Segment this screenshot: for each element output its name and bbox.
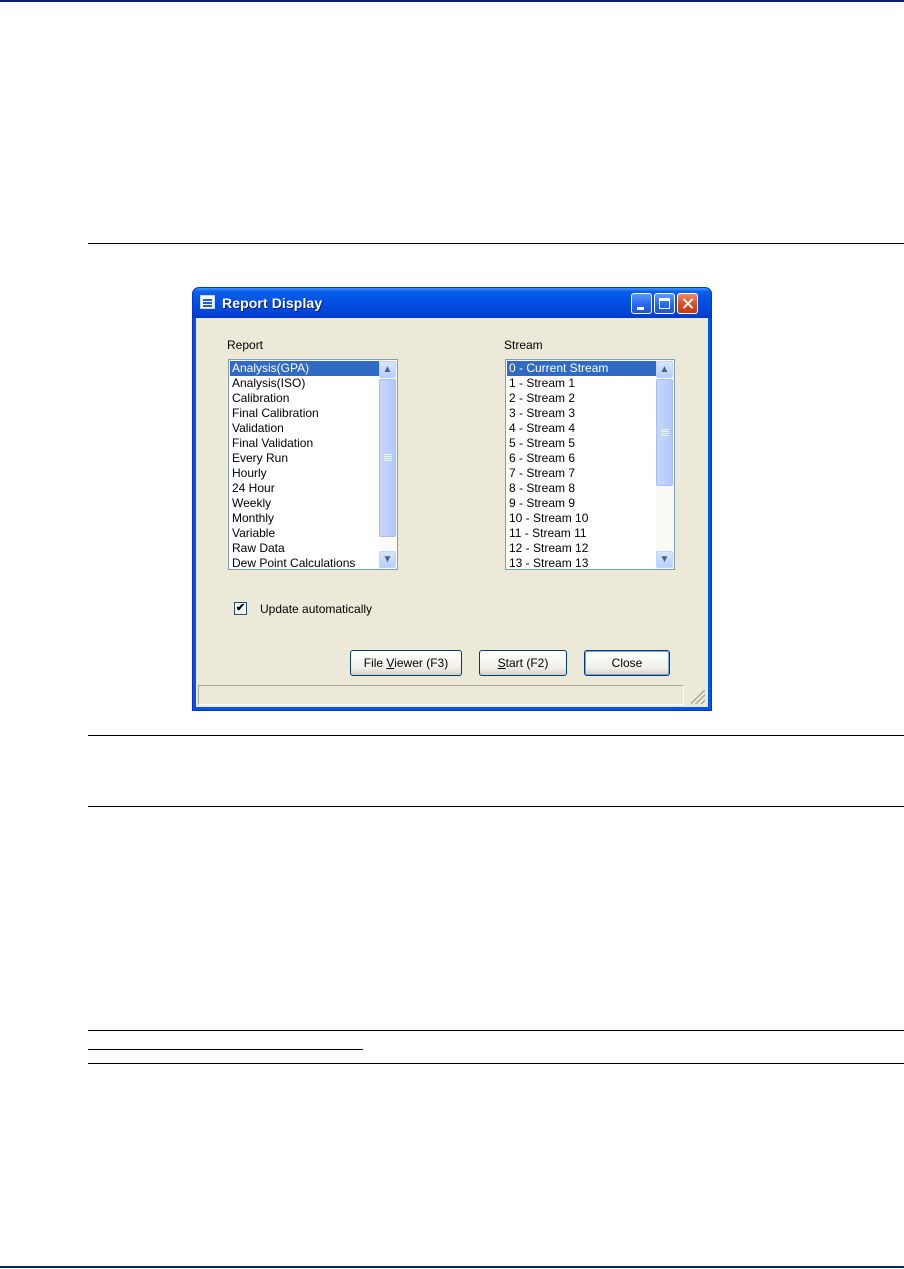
stream-list-item[interactable]: 11 - Stream 11 — [507, 526, 658, 541]
report-list-item[interactable]: Final Validation — [230, 436, 381, 451]
stream-list-item[interactable]: 7 - Stream 7 — [507, 466, 658, 481]
report-list-item[interactable]: Analysis(ISO) — [230, 376, 381, 391]
report-list-item[interactable]: 24 Hour — [230, 481, 381, 496]
stream-list-item[interactable]: 12 - Stream 12 — [507, 541, 658, 556]
stream-list-item[interactable]: 4 - Stream 4 — [507, 421, 658, 436]
checkmark-icon: ✔ — [235, 602, 246, 614]
resize-grip-icon[interactable] — [691, 690, 705, 704]
title-bar[interactable]: Report Display — [193, 288, 711, 318]
report-list-item[interactable]: Monthly — [230, 511, 381, 526]
stream-label: Stream — [504, 338, 543, 352]
stream-list-item[interactable]: 13 - Stream 13 — [507, 556, 658, 569]
status-bar — [198, 685, 684, 705]
stream-list-item[interactable]: 1 - Stream 1 — [507, 376, 658, 391]
maximize-button[interactable] — [654, 293, 675, 314]
file-viewer-button[interactable]: File Viewer (F3) — [350, 650, 462, 676]
dialog-client-area: Report Analysis(GPA) Analysis(ISO) Calibra… — [196, 318, 708, 707]
stream-scroll-thumb[interactable] — [656, 379, 673, 486]
page-bottom-rule — [0, 1266, 904, 1268]
grip-icon — [384, 454, 392, 455]
close-button[interactable]: Close — [584, 650, 670, 676]
report-list-item[interactable]: Calibration — [230, 391, 381, 406]
window-list-icon[interactable] — [200, 295, 215, 309]
close-window-button[interactable] — [677, 293, 698, 314]
stream-list-item[interactable]: 9 - Stream 9 — [507, 496, 658, 511]
grip-icon — [661, 429, 669, 430]
report-list-item[interactable]: Raw Data — [230, 541, 381, 556]
report-list-item[interactable]: Every Run — [230, 451, 381, 466]
section-rule-2 — [88, 735, 904, 736]
chevron-up-icon[interactable]: ▲ — [379, 361, 396, 378]
stream-scrollbar[interactable]: ▲ ▼ — [656, 361, 673, 568]
chevron-down-icon[interactable]: ▼ — [379, 551, 396, 568]
stream-list-item[interactable]: 3 - Stream 3 — [507, 406, 658, 421]
footnote-rule — [88, 1049, 363, 1050]
section-rule-5 — [88, 1063, 904, 1064]
file-viewer-label: File Viewer (F3) — [363, 656, 449, 670]
report-list-item[interactable]: Final Calibration — [230, 406, 381, 421]
update-automatically-checkbox[interactable]: ✔ — [234, 602, 247, 615]
stream-list-item[interactable]: 2 - Stream 2 — [507, 391, 658, 406]
report-list-item[interactable]: Weekly — [230, 496, 381, 511]
stream-list-items: 0 - Current Stream 1 - Stream 12 - Stream… — [507, 361, 658, 569]
report-display-window: Report Display Report Analysis(GPA) Analy… — [192, 287, 712, 711]
report-list-item[interactable]: Validation — [230, 421, 381, 436]
report-list-item[interactable]: Analysis(GPA) — [230, 361, 381, 376]
section-rule-1 — [88, 243, 904, 244]
stream-list-item[interactable]: 6 - Stream 6 — [507, 451, 658, 466]
update-automatically-label[interactable]: Update automatically — [260, 602, 372, 616]
report-scroll-thumb[interactable] — [379, 379, 396, 537]
chevron-down-icon[interactable]: ▼ — [656, 551, 673, 568]
start-label: Start (F2) — [497, 656, 549, 670]
stream-list-item[interactable]: 10 - Stream 10 — [507, 511, 658, 526]
minimize-button[interactable] — [631, 293, 652, 314]
section-rule-4 — [88, 1030, 904, 1031]
report-listbox[interactable]: Analysis(GPA) Analysis(ISO) Calibration Fin… — [228, 359, 398, 570]
report-list-items: Analysis(GPA) Analysis(ISO) Calibration Fin… — [230, 361, 381, 569]
chevron-up-icon[interactable]: ▲ — [656, 361, 673, 378]
report-list-item[interactable]: Dew Point Calculations — [230, 556, 381, 569]
stream-list-item[interactable]: 8 - Stream 8 — [507, 481, 658, 496]
page-top-rule — [0, 0, 904, 2]
start-button[interactable]: Start (F2) — [479, 650, 567, 676]
report-list-item[interactable]: Variable — [230, 526, 381, 541]
report-list-item[interactable]: Hourly — [230, 466, 381, 481]
section-rule-3 — [88, 806, 904, 807]
window-title: Report Display — [222, 295, 323, 311]
stream-list-item[interactable]: 0 - Current Stream — [507, 361, 658, 376]
stream-list-item[interactable]: 5 - Stream 5 — [507, 436, 658, 451]
report-scrollbar[interactable]: ▲ ▼ — [379, 361, 396, 568]
stream-listbox[interactable]: 0 - Current Stream 1 - Stream 12 - Stream… — [505, 359, 675, 570]
report-label: Report — [227, 338, 264, 352]
